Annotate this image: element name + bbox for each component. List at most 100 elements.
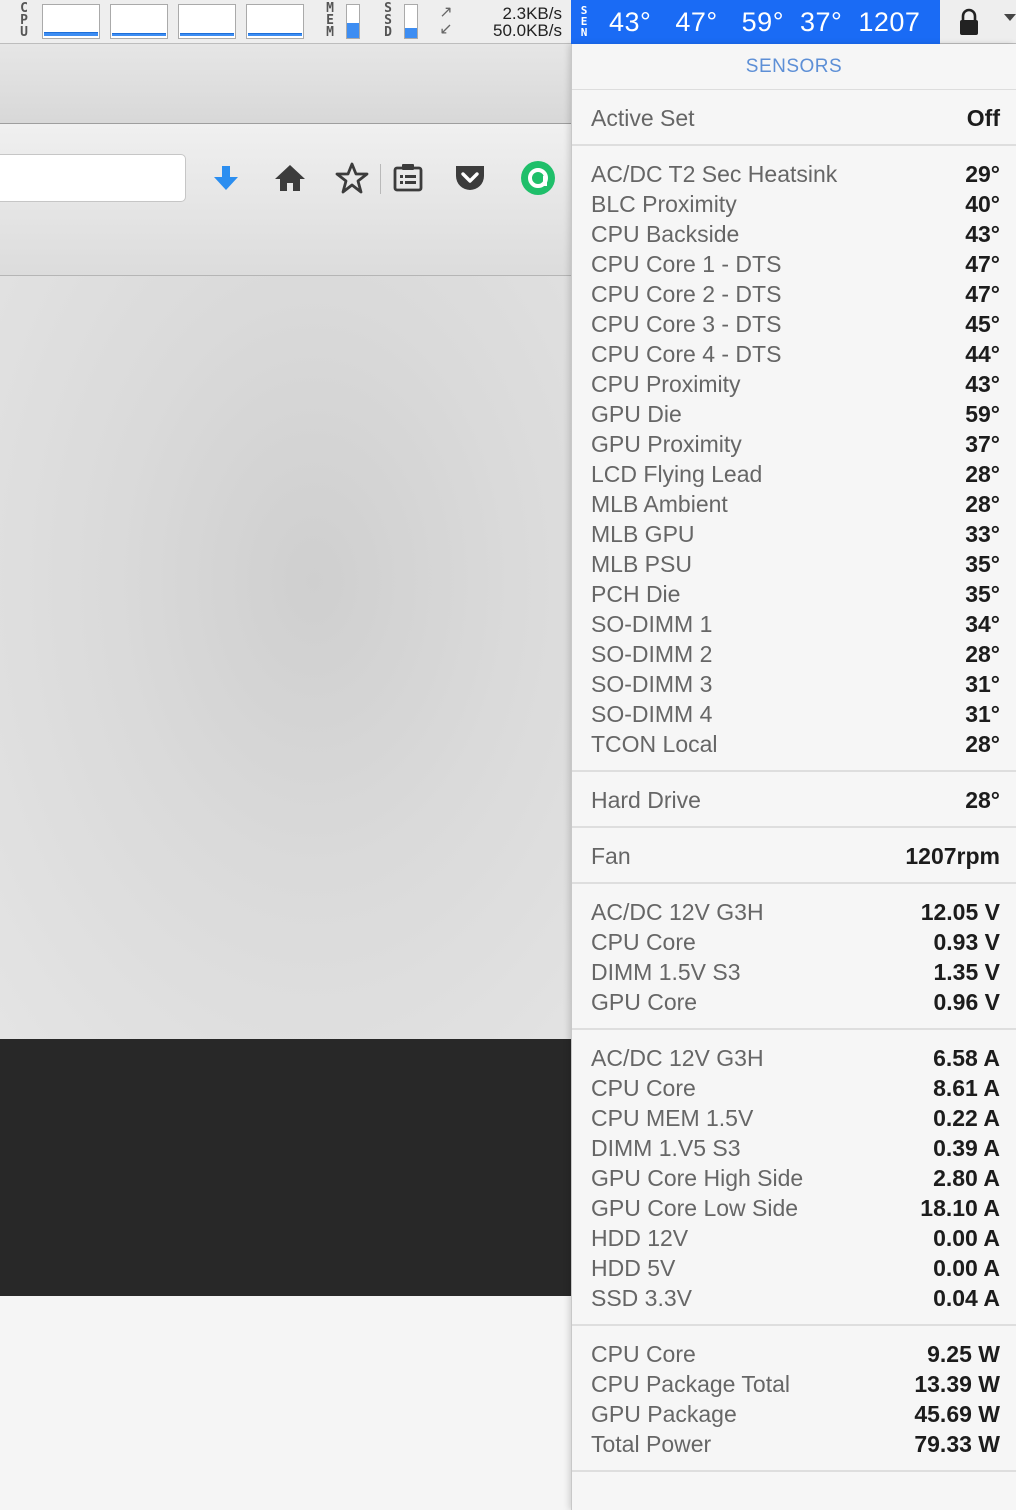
temperature-row[interactable]: SO-DIMM 3 31° <box>572 669 1016 699</box>
power-row[interactable]: CPU Package Total 13.39 W <box>572 1369 1016 1399</box>
temperature-row[interactable]: CPU Backside 43° <box>572 219 1016 249</box>
sensor-label: HDD 5V <box>591 1255 676 1281</box>
sensor-value: 28° <box>965 461 1000 487</box>
green-extension-icon[interactable] <box>520 160 556 196</box>
chevron-down-icon[interactable] <box>1004 14 1016 21</box>
sensor-label: CPU Core 3 - DTS <box>591 311 782 337</box>
temperature-row[interactable]: CPU Proximity 43° <box>572 369 1016 399</box>
page-content <box>0 276 571 1039</box>
current-row[interactable]: GPU Core High Side 2.80 A <box>572 1163 1016 1193</box>
temperature-row[interactable]: MLB PSU 35° <box>572 549 1016 579</box>
sensors-menu-extra[interactable]: SEN 43° 47° 59° 37° 1207 <box>571 0 940 44</box>
sensor-label: Hard Drive <box>591 787 701 813</box>
temperature-row[interactable]: SO-DIMM 2 28° <box>572 639 1016 669</box>
sensor-value: 12.05 V <box>920 899 1000 925</box>
temperature-row[interactable]: CPU Core 1 - DTS 47° <box>572 249 1016 279</box>
active-set-row[interactable]: Active Set Off <box>572 103 1016 133</box>
temperature-row[interactable]: CPU Core 4 - DTS 44° <box>572 339 1016 369</box>
sensor-value: 0.00 A <box>933 1255 1000 1281</box>
sensor-value: 35° <box>965 551 1000 577</box>
voltage-row[interactable]: CPU Core 0.93 V <box>572 927 1016 957</box>
power-row[interactable]: Total Power 79.33 W <box>572 1429 1016 1459</box>
sensor-label: PCH Die <box>591 581 681 607</box>
sensor-label: GPU Proximity <box>591 431 742 457</box>
network-throughput[interactable]: 2.3KB/s 50.0KB/s <box>462 5 562 39</box>
sensor-value: 47° <box>965 281 1000 307</box>
temperature-row[interactable]: CPU Core 3 - DTS 45° <box>572 309 1016 339</box>
sensor-label: DIMM 1.V5 S3 <box>591 1135 741 1161</box>
sensor-label: MLB GPU <box>591 521 695 547</box>
sensor-label: MLB PSU <box>591 551 692 577</box>
sensor-label: CPU Core <box>591 1075 696 1101</box>
current-row[interactable]: CPU MEM 1.5V 0.22 A <box>572 1103 1016 1133</box>
voltage-row[interactable]: AC/DC 12V G3H 12.05 V <box>572 897 1016 927</box>
sensors-dropdown-panel: SENSORS Active Set Off AC/DC T2 Sec Heat… <box>571 44 1016 1510</box>
lock-icon[interactable] <box>958 7 980 37</box>
temperature-row[interactable]: LCD Flying Lead 28° <box>572 459 1016 489</box>
reading-list-icon[interactable] <box>390 160 426 196</box>
active-set-section: Active Set Off <box>572 90 1016 146</box>
current-row[interactable]: CPU Core 8.61 A <box>572 1073 1016 1103</box>
pocket-icon[interactable] <box>452 160 488 196</box>
sensor-label: SO-DIMM 4 <box>591 701 713 727</box>
cpu-core-graph-3[interactable] <box>178 4 236 39</box>
sensor-value: 0.04 A <box>933 1285 1000 1311</box>
current-row[interactable]: DIMM 1.V5 S3 0.39 A <box>572 1133 1016 1163</box>
current-row[interactable]: HDD 5V 0.00 A <box>572 1253 1016 1283</box>
sensor-value: 35° <box>965 581 1000 607</box>
temperature-row[interactable]: SO-DIMM 4 31° <box>572 699 1016 729</box>
temperature-row[interactable]: PCH Die 35° <box>572 579 1016 609</box>
temperature-row[interactable]: GPU Die 59° <box>572 399 1016 429</box>
current-row[interactable]: GPU Core Low Side 18.10 A <box>572 1193 1016 1223</box>
cpu-core-graph-2[interactable] <box>110 4 168 39</box>
temperature-row[interactable]: CPU Core 2 - DTS 47° <box>572 279 1016 309</box>
sensor-label: CPU Backside <box>591 221 740 247</box>
current-row[interactable]: SSD 3.3V 0.04 A <box>572 1283 1016 1313</box>
temperature-row[interactable]: SO-DIMM 1 34° <box>572 609 1016 639</box>
sensor-label: MLB Ambient <box>591 491 728 517</box>
fan-row[interactable]: Fan 1207rpm <box>572 841 1016 871</box>
sensor-value: 79.33 W <box>914 1431 1000 1457</box>
cpu-core-graph-4[interactable] <box>246 4 304 39</box>
sensor-value: 28° <box>965 731 1000 757</box>
sensor-value: 33° <box>965 521 1000 547</box>
network-arrows-icon: ↗ ↙ <box>439 4 453 38</box>
temperature-row[interactable]: BLC Proximity 40° <box>572 189 1016 219</box>
sensor-label: GPU Package <box>591 1401 737 1427</box>
sensor-value: 40° <box>965 191 1000 217</box>
browser-tab-strip <box>0 44 571 124</box>
sensor-value: 0.96 V <box>933 989 1001 1015</box>
star-icon[interactable] <box>334 160 370 196</box>
sensor-value: 0.00 A <box>933 1225 1000 1251</box>
url-bar[interactable] <box>0 154 186 202</box>
sensor-label: CPU Core 1 - DTS <box>591 251 782 277</box>
current-row[interactable]: HDD 12V 0.00 A <box>572 1223 1016 1253</box>
voltage-row[interactable]: GPU Core 0.96 V <box>572 987 1016 1017</box>
sensor-label: AC/DC 12V G3H <box>591 1045 764 1071</box>
temperature-row[interactable]: MLB Ambient 28° <box>572 489 1016 519</box>
power-row[interactable]: CPU Core 9.25 W <box>572 1339 1016 1369</box>
page-footer <box>0 1296 571 1510</box>
sensor-value: 18.10 A <box>920 1195 1000 1221</box>
voltage-row[interactable]: DIMM 1.5V S3 1.35 V <box>572 957 1016 987</box>
sensor-label: CPU MEM 1.5V <box>591 1105 754 1131</box>
temperature-row[interactable]: MLB GPU 33° <box>572 519 1016 549</box>
disk-usage-bar[interactable] <box>404 4 418 39</box>
temperature-row[interactable]: AC/DC T2 Sec Heatsink 29° <box>572 159 1016 189</box>
power-row[interactable]: GPU Package 45.69 W <box>572 1399 1016 1429</box>
menu-bar: CPU MEM SSD ↗ ↙ 2.3KB/s 50.0KB/s SEN 43° … <box>0 0 1016 44</box>
cpu-graph-line <box>112 33 166 36</box>
memory-usage-bar[interactable] <box>346 4 360 39</box>
home-icon[interactable] <box>272 160 308 196</box>
temperature-row[interactable]: TCON Local 28° <box>572 729 1016 759</box>
sensor-value: 45.69 W <box>914 1401 1000 1427</box>
cpu-core-graph-1[interactable] <box>42 4 100 39</box>
sensor-value: 37° <box>965 431 1000 457</box>
current-row[interactable]: AC/DC 12V G3H 6.58 A <box>572 1043 1016 1073</box>
sensor-label: GPU Core High Side <box>591 1165 804 1191</box>
hard-drive-row[interactable]: Hard Drive 28° <box>572 785 1016 815</box>
sensors-title: SENSORS <box>572 44 1016 90</box>
download-arrow-icon[interactable] <box>208 160 244 196</box>
temperature-section: AC/DC T2 Sec Heatsink 29° BLC Proximity 40°… <box>572 146 1016 772</box>
temperature-row[interactable]: GPU Proximity 37° <box>572 429 1016 459</box>
